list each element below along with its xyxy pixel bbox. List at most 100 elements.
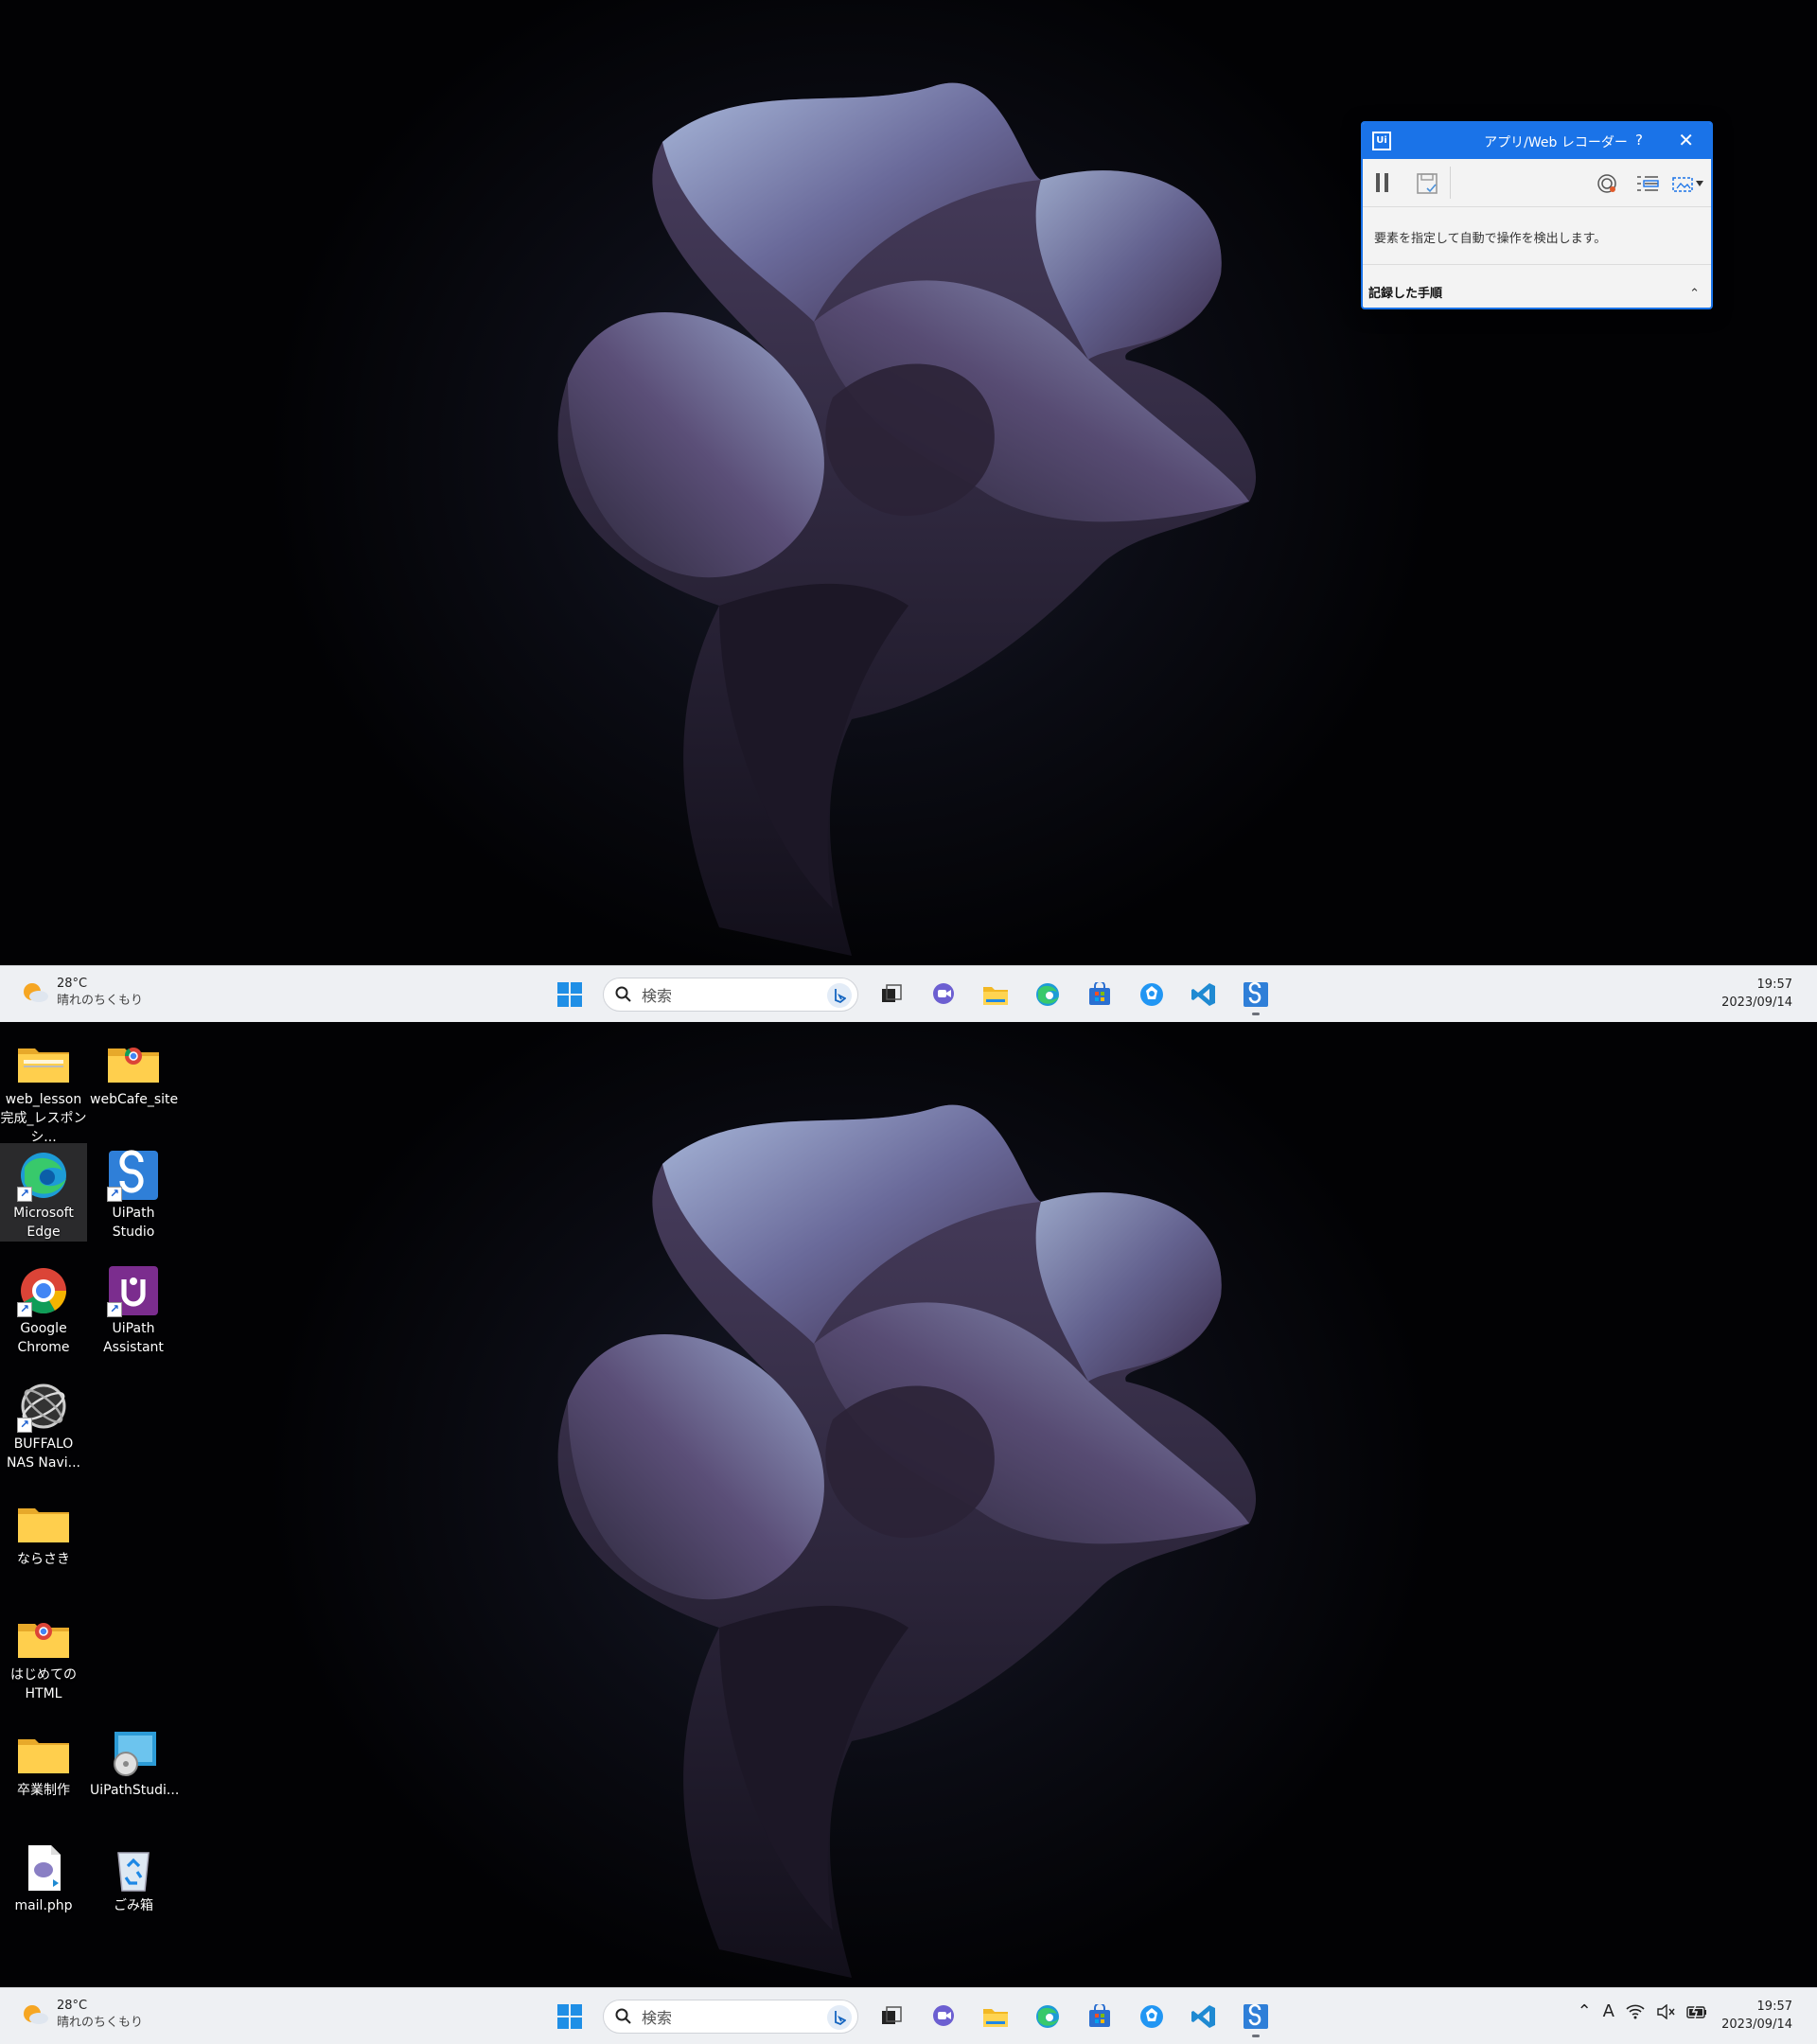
vscode-icon	[1191, 2005, 1215, 2028]
desktop-icon-uipath-studio[interactable]: ↗ UiPath Studio	[90, 1143, 177, 1242]
vscode-button[interactable]	[1185, 976, 1223, 1013]
app-button-shield[interactable]	[1133, 976, 1171, 1013]
teams-chat-button[interactable]	[925, 1998, 962, 2035]
edge-button[interactable]	[1029, 1998, 1067, 2035]
desktop-icon-google-chrome[interactable]: ↗ Google Chrome	[0, 1259, 87, 1357]
weather-temperature: 28°C	[57, 977, 88, 991]
desktop-icon-recycle-bin[interactable]: ごみ箱	[90, 1836, 177, 1915]
file-explorer-icon	[983, 987, 1008, 1005]
sun-cloud-icon	[21, 978, 49, 1007]
recorder-message-area: 要素を指定して自動で操作を検出します。	[1363, 207, 1711, 265]
teams-chat-button[interactable]	[925, 976, 962, 1013]
app-button-shield[interactable]	[1133, 1998, 1171, 2035]
desktop-icon-microsoft-edge[interactable]: ↗ Microsoft Edge	[0, 1143, 87, 1242]
close-button[interactable]: ✕	[1678, 129, 1694, 151]
system-clock[interactable]: 19:57 2023/09/14	[1721, 1998, 1792, 2034]
system-clock[interactable]: 19:57 2023/09/14	[1721, 976, 1792, 1012]
desktop-icon-label: web_lesson完成_レスポンシ...	[0, 1092, 87, 1145]
bing-icon[interactable]	[827, 2005, 852, 2030]
speaker-muted-icon[interactable]	[1656, 2003, 1675, 2019]
vscode-button[interactable]	[1185, 1998, 1223, 2035]
desktop-icon-label: UiPathStudi...	[90, 1783, 180, 1798]
wallpaper-flower-image	[557, 1104, 1257, 1978]
task-view-button[interactable]	[873, 976, 910, 1013]
desktop-icon-mail-php[interactable]: mail.php	[0, 1836, 87, 1915]
shortcut-arrow-icon: ↗	[107, 1187, 122, 1202]
shortcut-arrow-icon: ↗	[107, 1302, 122, 1317]
chevron-up-icon[interactable]: ⌃	[1689, 287, 1700, 301]
weather-widget[interactable]: 28°C 晴れのちくもり	[21, 976, 143, 1010]
taskbar-search-box[interactable]: 検索	[603, 978, 858, 1012]
search-icon	[615, 986, 631, 1002]
desktop-icon-sotsugyo-seisaku[interactable]: 卒業制作	[0, 1720, 87, 1800]
active-indicator	[1252, 2035, 1260, 2037]
uipath-studio-icon	[1244, 2003, 1268, 2029]
chat-icon	[933, 983, 954, 1004]
uipath-studio-taskbar-button[interactable]	[1237, 1998, 1275, 2037]
target-fingerprint-icon[interactable]	[1596, 172, 1618, 195]
bing-icon[interactable]	[827, 983, 852, 1008]
help-button[interactable]: ?	[1635, 132, 1643, 149]
file-explorer-button[interactable]	[977, 1998, 1014, 2035]
clock-time: 19:57	[1756, 2000, 1792, 2014]
ime-indicator[interactable]: A	[1603, 2001, 1614, 2021]
desktop-icon-uipath-studio-installer[interactable]: UiPathStudi...	[90, 1720, 180, 1800]
desktop-icon-webcafe-site[interactable]: webCafe_site	[90, 1030, 179, 1109]
recycle-bin-icon	[117, 1852, 150, 1892]
search-icon	[615, 2008, 631, 2024]
task-view-button[interactable]	[873, 1998, 910, 2035]
shield-flower-icon	[1140, 2005, 1163, 2028]
desktop-icon-label: BUFFALO NAS Navi...	[7, 1436, 80, 1471]
image-target-dropdown-icon[interactable]	[1671, 172, 1705, 195]
task-view-icon	[882, 2006, 902, 2024]
windows-logo-icon	[557, 2004, 582, 2029]
shortcut-arrow-icon: ↗	[17, 1187, 32, 1202]
desktop-icon-label: webCafe_site	[90, 1092, 179, 1107]
desktop-icon-buffalo-nas-navi[interactable]: ↗ BUFFALO NAS Navi...	[0, 1374, 87, 1472]
battery-charging-icon[interactable]	[1686, 2004, 1707, 2019]
active-indicator	[1252, 1013, 1260, 1015]
uipath-studio-taskbar-button[interactable]	[1237, 976, 1275, 1015]
search-placeholder: 検索	[642, 2009, 673, 2027]
wifi-icon[interactable]	[1626, 2004, 1645, 2019]
recorded-steps-section[interactable]: 記録した手順 ⌃	[1363, 265, 1711, 308]
store-icon	[1089, 2004, 1110, 2027]
sun-cloud-icon	[21, 2000, 49, 2029]
folder-icon	[18, 1739, 69, 1773]
recorded-steps-label: 記録した手順	[1368, 287, 1443, 301]
save-icon[interactable]	[1416, 172, 1438, 195]
desktop-icon-label: UiPath Assistant	[103, 1321, 164, 1355]
desktop-icon-uipath-assistant[interactable]: ↗ UiPath Assistant	[90, 1259, 177, 1357]
start-button[interactable]	[551, 1998, 589, 2035]
file-explorer-button[interactable]	[977, 976, 1014, 1013]
pause-icon[interactable]	[1376, 173, 1389, 192]
desktop-screen-bottom: web_lesson完成_レスポンシ... webCafe_site ↗ Mic…	[0, 1022, 1817, 2044]
toolbar-divider	[1450, 167, 1451, 199]
app-web-recorder-window: Ui アプリ/Web レコーダー ? ✕ 要素を指定して自動で操作を検出します。…	[1361, 121, 1713, 309]
desktop-icon-web-lesson[interactable]: web_lesson完成_レスポンシ...	[0, 1030, 87, 1147]
desktop-icon-hajimete-html[interactable]: はじめてのHTML	[0, 1605, 87, 1703]
edge-icon	[1036, 2005, 1059, 2028]
chrome-folder-icon	[108, 1048, 159, 1083]
uipath-studio-icon	[1244, 981, 1268, 1007]
weather-widget[interactable]: 28°C 晴れのちくもり	[21, 1998, 143, 2032]
desktop-icon-label: 卒業制作	[17, 1783, 70, 1798]
search-placeholder: 検索	[642, 987, 673, 1005]
weather-description: 晴れのちくもり	[57, 2016, 144, 2030]
microsoft-store-button[interactable]	[1081, 1998, 1119, 2035]
shortcut-arrow-icon: ↗	[17, 1418, 32, 1433]
start-button[interactable]	[551, 976, 589, 1013]
shortcut-arrow-icon: ↗	[17, 1302, 32, 1317]
desktop-icon-label: mail.php	[14, 1898, 73, 1913]
steps-list-icon[interactable]	[1635, 172, 1660, 195]
desktop-icon-label: ならさき	[17, 1552, 70, 1567]
chevron-up-icon[interactable]: ⌃	[1578, 2001, 1592, 2021]
microsoft-store-button[interactable]	[1081, 976, 1119, 1013]
php-file-icon	[28, 1845, 61, 1891]
weather-description: 晴れのちくもり	[57, 994, 144, 1008]
taskbar-search-box[interactable]: 検索	[603, 2000, 858, 2034]
edge-button[interactable]	[1029, 976, 1067, 1013]
clock-date: 2023/09/14	[1721, 996, 1792, 1010]
desktop-icon-narasaki[interactable]: ならさき	[0, 1489, 87, 1569]
recorder-title-bar[interactable]: Ui アプリ/Web レコーダー ? ✕	[1363, 123, 1711, 159]
